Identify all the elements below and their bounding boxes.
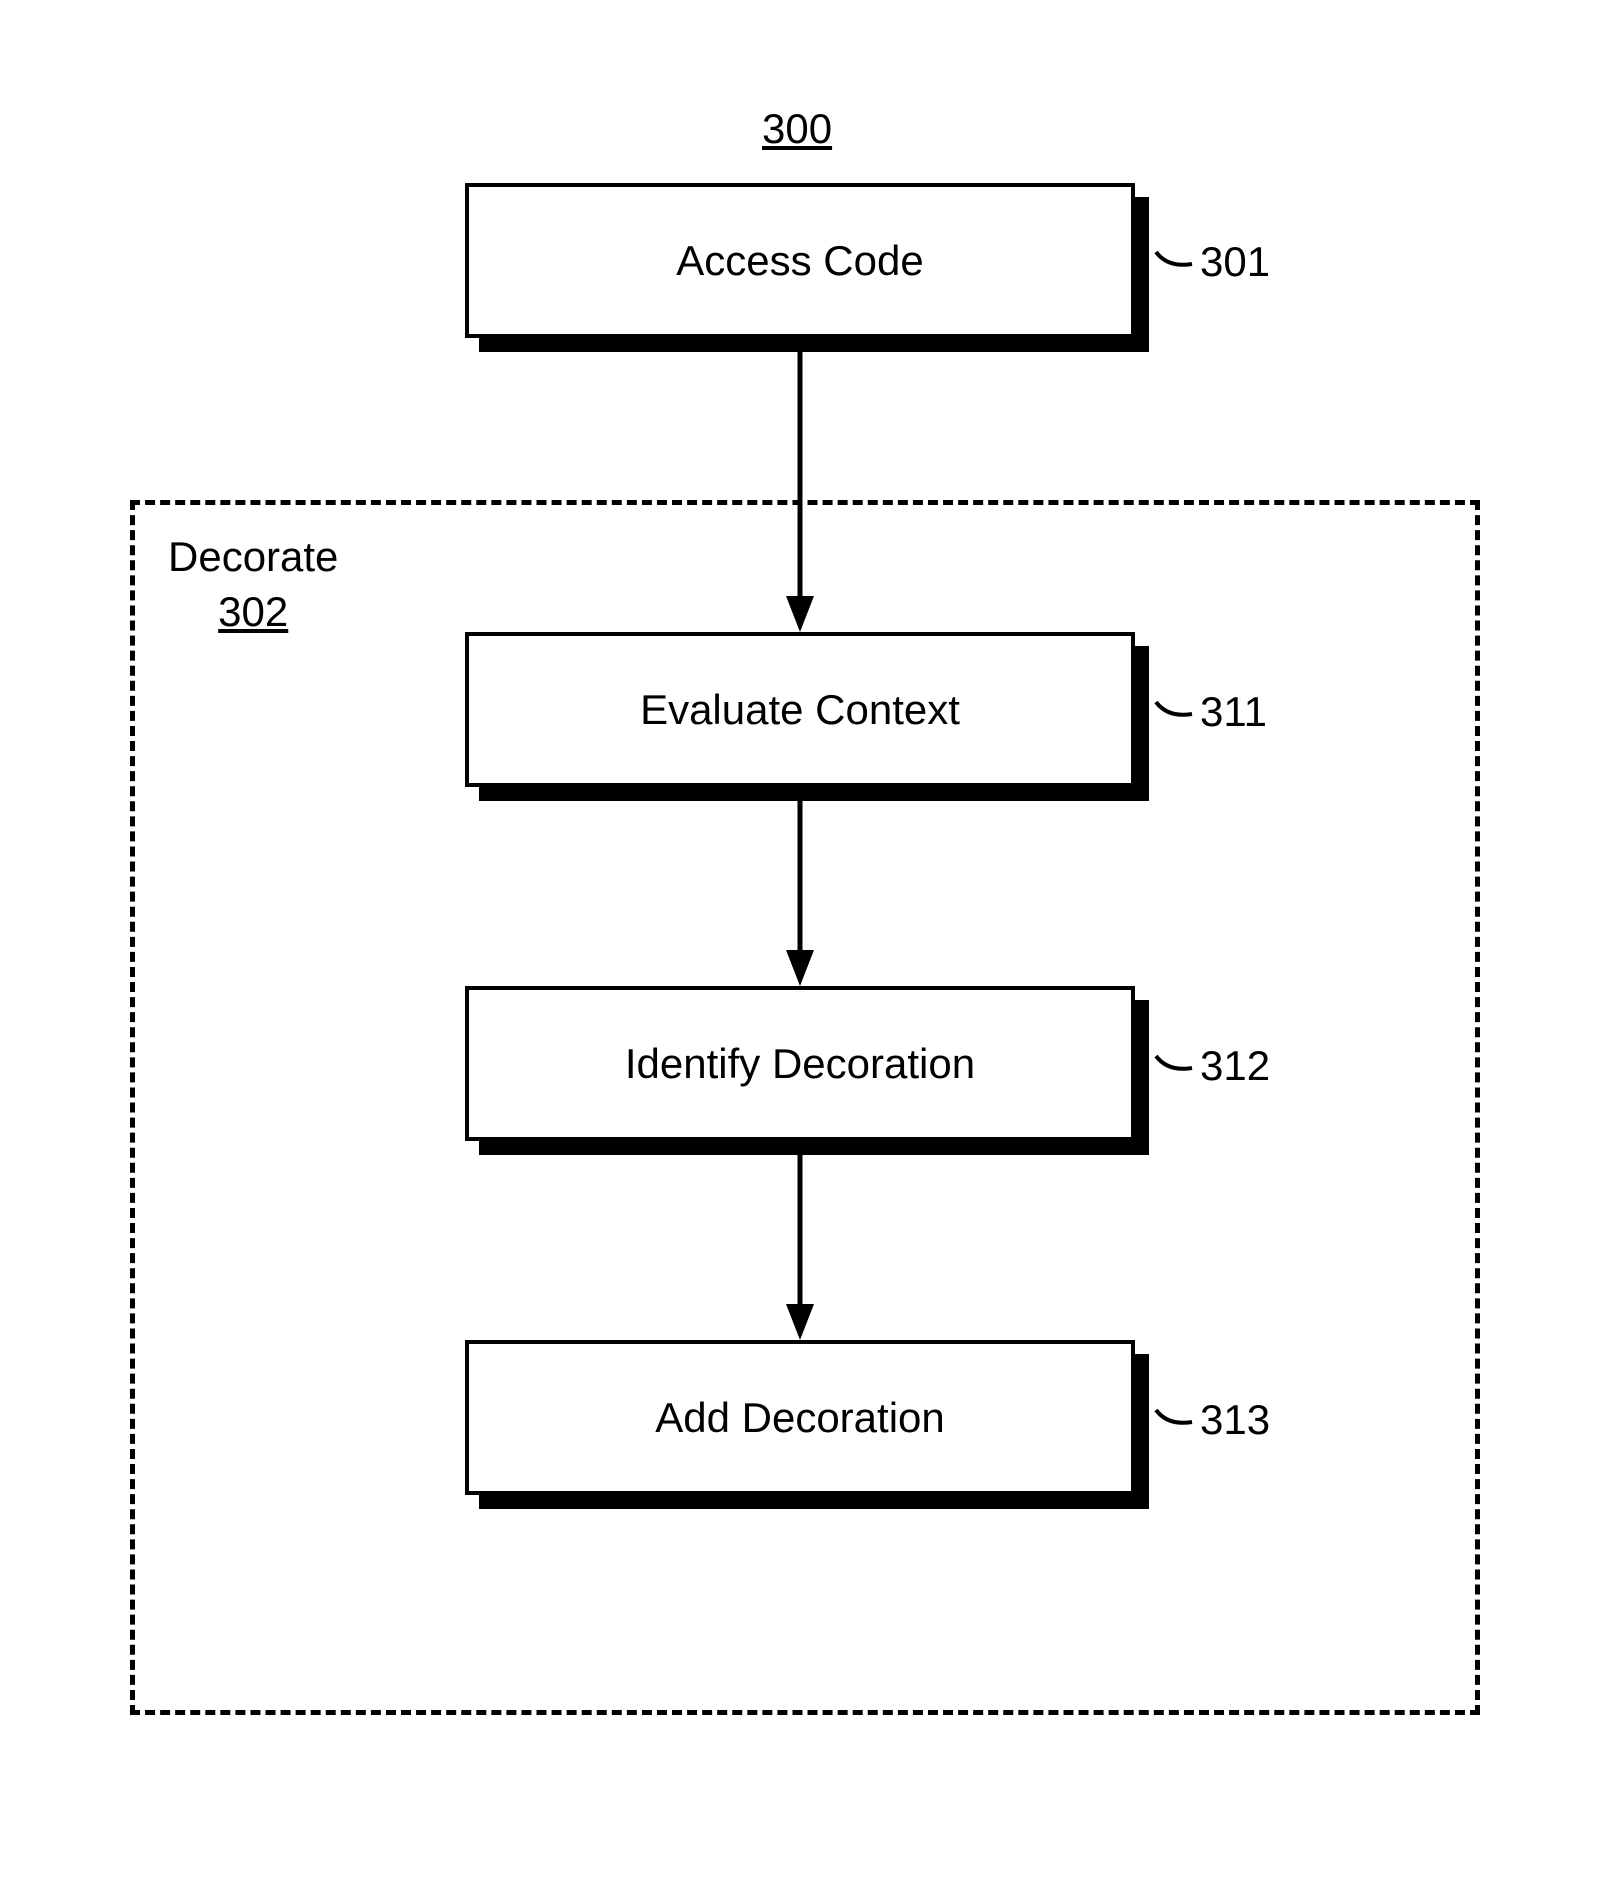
box-label: Add Decoration — [655, 1394, 945, 1442]
ref-311: 311 — [1200, 688, 1267, 736]
diagram-title: 300 — [762, 105, 832, 153]
box-identify-decoration: Identify Decoration — [465, 986, 1135, 1141]
leader-312 — [1154, 1054, 1194, 1082]
arrow-3 — [786, 1155, 814, 1345]
box-evaluate-context: Evaluate Context — [465, 632, 1135, 787]
leader-311 — [1154, 700, 1194, 728]
leader-301 — [1154, 250, 1194, 278]
box-label: Evaluate Context — [640, 686, 960, 734]
box-access-code: Access Code — [465, 183, 1135, 338]
box-label: Identify Decoration — [625, 1040, 975, 1088]
box-label: Access Code — [676, 237, 923, 285]
leader-313 — [1154, 1408, 1194, 1436]
box-add-decoration: Add Decoration — [465, 1340, 1135, 1495]
arrow-2 — [786, 801, 814, 991]
flowchart-canvas: 300 Access Code 301 Decorate 302 Evaluat… — [0, 0, 1606, 1892]
ref-301: 301 — [1200, 238, 1270, 286]
group-label: Decorate 302 — [168, 530, 338, 639]
group-label-ref: 302 — [168, 585, 338, 640]
ref-313: 313 — [1200, 1396, 1270, 1444]
ref-312: 312 — [1200, 1042, 1270, 1090]
group-label-text: Decorate — [168, 533, 338, 580]
